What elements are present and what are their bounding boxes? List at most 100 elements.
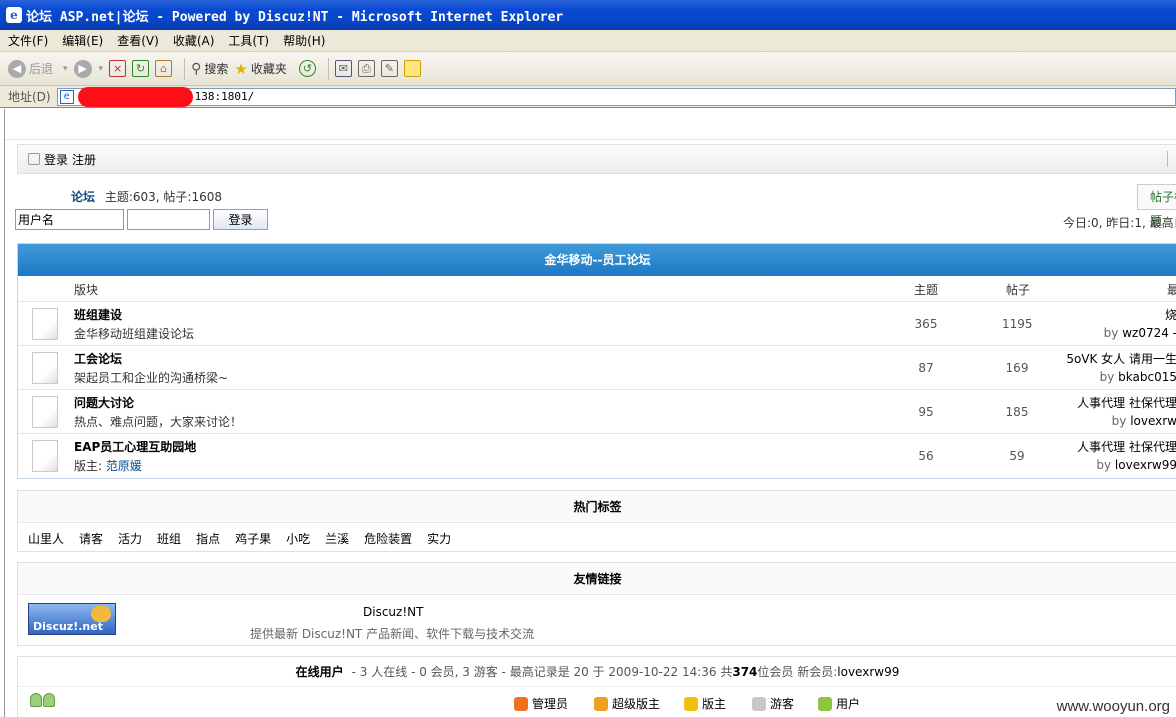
toolbar-separator bbox=[327, 57, 329, 80]
favorites-button[interactable]: ★ 收藏夹 bbox=[234, 60, 286, 78]
last-poster-link[interactable]: lovexrw99 bbox=[1115, 458, 1176, 472]
address-label: 地址(D) bbox=[8, 90, 51, 104]
tag-link[interactable]: 班组 bbox=[157, 530, 181, 547]
online-summary: - 3 人在线 - 0 会员, 3 游客 - 最高记录是 20 于 2009-1… bbox=[351, 665, 733, 679]
window-titlebar[interactable]: e 论坛 ASP.net|论坛 - Powered by Discuz!NT -… bbox=[0, 0, 1176, 30]
forum-last-post-link[interactable]: 5oVK 女人 请用一生 bbox=[1066, 350, 1176, 367]
users-icon bbox=[30, 693, 58, 709]
messenger-icon[interactable] bbox=[403, 60, 421, 77]
discuz-link[interactable]: Discuz!NT bbox=[363, 605, 423, 619]
menu-file[interactable]: 文件(F) bbox=[8, 32, 48, 49]
edit-icon[interactable]: ✎ bbox=[380, 60, 398, 77]
legend-guest: 游客 bbox=[752, 695, 794, 712]
hot-tags-panel: 热门标签 山里人 请客 活力 班组 指点 鸡子果 小吃 兰溪 危险装置 实力 bbox=[17, 490, 1176, 552]
legend-admin: 管理员 bbox=[514, 695, 568, 712]
forum-last-post-link[interactable]: 人事代理 社保代理 bbox=[1077, 394, 1176, 411]
tag-link[interactable]: 危险装置 bbox=[364, 530, 412, 547]
menu-help[interactable]: 帮助(H) bbox=[283, 32, 325, 49]
username-input[interactable] bbox=[15, 209, 124, 230]
user-icon bbox=[818, 696, 832, 711]
friend-links-panel: 友情链接 Discuz!.net Discuz!NT 提供最新 Discuz!N… bbox=[17, 562, 1176, 646]
forum-last-poster: by bkabc015 bbox=[1100, 370, 1176, 384]
refresh-icon[interactable]: ↻ bbox=[132, 60, 150, 77]
redaction-mark bbox=[77, 86, 193, 107]
forum-topics: 365 bbox=[914, 317, 938, 331]
legend-user: 用户 bbox=[818, 695, 860, 712]
password-input[interactable] bbox=[127, 209, 210, 230]
forum-name-link[interactable]: 问题大讨论 bbox=[74, 394, 134, 411]
legend-super-moderator: 超级版主 bbox=[594, 695, 660, 712]
forum-name-link[interactable]: 班组建设 bbox=[74, 306, 122, 323]
tag-link[interactable]: 鸡子果 bbox=[235, 530, 271, 547]
forum-stats: 论坛 主题:603, 帖子:1608 bbox=[71, 188, 222, 205]
menu-edit[interactable]: 编辑(E) bbox=[62, 32, 103, 49]
forum-posts: 169 bbox=[1005, 361, 1029, 375]
forum-name-link[interactable]: 工会论坛 bbox=[74, 350, 122, 367]
stop-icon[interactable]: × bbox=[109, 60, 127, 77]
forum-last-post-link[interactable]: 烧 bbox=[1165, 306, 1176, 323]
forum-posts: 59 bbox=[1009, 449, 1025, 463]
menu-favorites[interactable]: 收藏(A) bbox=[173, 32, 215, 49]
tag-link[interactable]: 活力 bbox=[118, 530, 142, 547]
tag-link[interactable]: 请客 bbox=[79, 530, 103, 547]
thread-title-button[interactable]: 帖子标题 bbox=[1137, 184, 1176, 228]
newest-member-link[interactable]: lovexrw99 bbox=[837, 665, 899, 679]
admin-icon bbox=[514, 696, 528, 711]
forum-topics: 56 bbox=[918, 449, 934, 463]
menu-tools[interactable]: 工具(T) bbox=[228, 32, 269, 49]
quick-login-form: 登录 bbox=[15, 209, 268, 230]
forward-button[interactable]: ▶ ▾ bbox=[73, 59, 103, 78]
forward-arrow-icon: ▶ bbox=[73, 59, 92, 78]
last-poster-link[interactable]: bkabc015 bbox=[1118, 370, 1176, 384]
history-icon[interactable]: ↺ bbox=[298, 60, 316, 77]
online-users-header: 在线用户 - 3 人在线 - 0 会员, 3 游客 - 最高记录是 20 于 20… bbox=[18, 657, 1176, 687]
last-poster-link[interactable]: lovexrw bbox=[1130, 414, 1176, 428]
forum-desc: 架起员工和企业的沟通桥梁~ bbox=[74, 371, 229, 385]
col-topics: 主题 bbox=[914, 283, 939, 297]
login-link[interactable]: 登录 bbox=[44, 151, 68, 168]
forum-last-poster: by lovexrw99 bbox=[1096, 458, 1176, 472]
forum-last-post-link[interactable]: 人事代理 社保代理 bbox=[1077, 438, 1176, 455]
menu-view[interactable]: 查看(V) bbox=[117, 32, 159, 49]
search-button[interactable]: ⚲ 搜索 bbox=[191, 60, 228, 77]
tag-link[interactable]: 实力 bbox=[427, 530, 451, 547]
login-button[interactable]: 登录 bbox=[213, 209, 268, 230]
forum-columns: 版块 主题 帖子 最 bbox=[18, 276, 1176, 302]
back-arrow-icon: ◀ bbox=[8, 59, 26, 78]
forum-desc: 版主: 范原媛 bbox=[74, 457, 142, 474]
discuz-logo[interactable]: Discuz!.net bbox=[28, 603, 116, 635]
tag-link[interactable]: 小吃 bbox=[286, 530, 310, 547]
user-bar: 登录 注册 bbox=[17, 144, 1176, 174]
tag-link[interactable]: 兰溪 bbox=[325, 530, 349, 547]
forum-row: 工会论坛 架起员工和企业的沟通桥梁~ 87 169 5oVK 女人 请用一生 b… bbox=[18, 346, 1176, 390]
super-moderator-icon bbox=[594, 696, 608, 711]
online-users-title[interactable]: 在线用户 bbox=[296, 665, 344, 679]
forum-name-link[interactable]: EAP员工心理互助园地 bbox=[74, 438, 196, 455]
page-icon: e bbox=[59, 89, 74, 104]
print-icon[interactable]: ⎙ bbox=[357, 60, 375, 77]
forum-page-icon bbox=[32, 396, 58, 428]
address-bar: 地址(D) e 138:1801/ bbox=[0, 86, 1176, 108]
address-input[interactable]: e 138:1801/ bbox=[56, 86, 1176, 107]
last-poster-link[interactable]: wz0724 - bbox=[1122, 326, 1176, 340]
moderator-link[interactable]: 范原媛 bbox=[106, 459, 142, 473]
forum-desc: 金华移动班组建设论坛 bbox=[74, 327, 195, 341]
window-title: 论坛 ASP.net|论坛 - Powered by Discuz!NT - M… bbox=[26, 9, 564, 25]
home-icon[interactable]: ⌂ bbox=[155, 60, 173, 77]
ie-icon: e bbox=[6, 7, 22, 23]
forum-row: EAP员工心理互助园地 版主: 范原媛 56 59 人事代理 社保代理 by l… bbox=[18, 434, 1176, 478]
online-users-panel: 在线用户 - 3 人在线 - 0 会员, 3 游客 - 最高记录是 20 于 20… bbox=[17, 656, 1176, 717]
mail-icon[interactable]: ✉ bbox=[334, 60, 352, 77]
forum-home-link[interactable]: 论坛 bbox=[71, 190, 95, 204]
forum-category-header[interactable]: 金华移动--员工论坛 bbox=[18, 244, 1176, 276]
tag-link[interactable]: 山里人 bbox=[28, 530, 64, 547]
forum-page-icon bbox=[32, 440, 58, 472]
tag-link[interactable]: 指点 bbox=[196, 530, 220, 547]
by-label: by bbox=[1099, 370, 1115, 384]
register-link[interactable]: 注册 bbox=[72, 151, 96, 168]
by-label: by bbox=[1111, 414, 1127, 428]
userbar-divider bbox=[1167, 151, 1168, 167]
col-board: 版块 bbox=[74, 283, 99, 297]
member-count: 374 bbox=[732, 665, 758, 679]
back-button[interactable]: ◀ 后退 ▾ bbox=[8, 59, 68, 78]
